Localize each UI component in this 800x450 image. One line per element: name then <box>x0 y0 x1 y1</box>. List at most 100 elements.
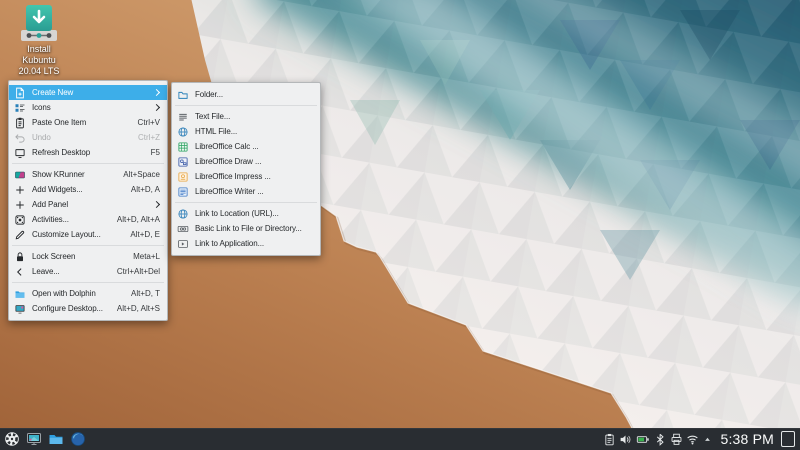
menu-separator <box>12 163 164 164</box>
menu-item-icons[interactable]: Icons <box>9 100 167 115</box>
menu-item-lock-screen[interactable]: Lock Screen Meta+L <box>9 249 167 264</box>
menu-item-customize-layout[interactable]: Customize Layout... Alt+D, E <box>9 227 167 242</box>
menu-item-shortcut: Alt+D, A <box>130 185 160 194</box>
configure-desktop-icon <box>14 303 26 315</box>
system-tray <box>603 433 713 446</box>
menu-item-label: LibreOffice Draw ... <box>195 157 262 166</box>
menu-item-label: Basic Link to File or Directory... <box>195 224 302 233</box>
desktop-icon-install-kubuntu[interactable]: Install Kubuntu 20.04 LTS <box>10 4 68 77</box>
application-launcher-icon[interactable] <box>4 431 20 447</box>
menu-item-label: Open with Dolphin <box>32 289 96 298</box>
menu-item-label: Text File... <box>195 112 231 121</box>
menu-item-label: LibreOffice Impress ... <box>195 172 271 181</box>
taskbar: 5:38 PM <box>0 428 800 450</box>
menu-item-shortcut: Ctrl+V <box>137 118 160 127</box>
clipboard-tray-icon[interactable] <box>603 433 616 446</box>
submenu-arrow-icon <box>152 200 161 209</box>
menu-item-label: Activities... <box>32 215 69 224</box>
clock[interactable]: 5:38 PM <box>720 431 774 447</box>
network-wifi-icon[interactable] <box>686 433 699 446</box>
submenu-item-text-file[interactable]: Text File... <box>172 109 320 124</box>
menu-item-label: Leave... <box>32 267 60 276</box>
battery-icon[interactable] <box>635 433 651 446</box>
taskbar-launchers <box>0 431 86 447</box>
menu-item-label: Add Widgets... <box>32 185 83 194</box>
menu-item-label: Undo <box>32 133 51 142</box>
submenu-item-link-to-application[interactable]: Link to Application... <box>172 236 320 251</box>
menu-item-label: Icons <box>32 103 51 112</box>
libreoffice-calc-icon <box>177 141 189 153</box>
menu-item-add-panel[interactable]: Add Panel <box>9 197 167 212</box>
submenu-item-libreoffice-writer[interactable]: LibreOffice Writer ... <box>172 184 320 199</box>
menu-item-shortcut: Ctrl+Z <box>138 133 160 142</box>
leave-icon <box>14 266 26 278</box>
create-new-submenu: Folder... Text File... HTML File... Libr… <box>171 82 321 256</box>
menu-item-refresh-desktop[interactable]: Refresh Desktop F5 <box>9 145 167 160</box>
submenu-item-basic-link[interactable]: Basic Link to File or Directory... <box>172 221 320 236</box>
submenu-item-libreoffice-impress[interactable]: LibreOffice Impress ... <box>172 169 320 184</box>
submenu-arrow-icon <box>152 103 161 112</box>
menu-item-shortcut: Ctrl+Alt+Del <box>116 267 160 276</box>
desktop-context-menu: Create New Icons Paste One Item Ctrl+V U… <box>8 80 168 321</box>
lock-icon <box>14 251 26 263</box>
plus-icon <box>14 184 26 196</box>
basic-link-icon <box>177 223 189 235</box>
menu-item-label: HTML File... <box>195 127 238 136</box>
bluetooth-icon[interactable] <box>654 433 667 446</box>
menu-item-undo: Undo Ctrl+Z <box>9 130 167 145</box>
menu-item-label: LibreOffice Calc ... <box>195 142 259 151</box>
menu-item-leave[interactable]: Leave... Ctrl+Alt+Del <box>9 264 167 279</box>
menu-item-paste-one-item[interactable]: Paste One Item Ctrl+V <box>9 115 167 130</box>
dolphin-file-manager-icon[interactable] <box>48 431 64 447</box>
menu-separator <box>12 282 164 283</box>
submenu-arrow-icon <box>152 88 161 97</box>
menu-item-label: Folder... <box>195 90 224 99</box>
menu-item-open-with-dolphin[interactable]: Open with Dolphin Alt+D, T <box>9 286 167 301</box>
document-new-icon <box>14 87 26 99</box>
firefox-browser-icon[interactable] <box>70 431 86 447</box>
undo-icon <box>14 132 26 144</box>
submenu-item-libreoffice-draw[interactable]: LibreOffice Draw ... <box>172 154 320 169</box>
submenu-item-html-file[interactable]: HTML File... <box>172 124 320 139</box>
libreoffice-draw-icon <box>177 156 189 168</box>
menu-separator <box>12 245 164 246</box>
desktop-icon-label-line2: 20.04 LTS <box>18 66 60 76</box>
show-desktop-widget[interactable] <box>781 431 795 447</box>
menu-item-label: Link to Application... <box>195 239 264 248</box>
menu-item-label: Create New <box>32 88 74 97</box>
submenu-item-libreoffice-calc[interactable]: LibreOffice Calc ... <box>172 139 320 154</box>
folder-icon <box>177 89 189 101</box>
menu-item-shortcut: Alt+Space <box>123 170 160 179</box>
desktop: Install Kubuntu 20.04 LTS Create New Ico… <box>0 0 800 450</box>
submenu-item-folder[interactable]: Folder... <box>172 87 320 102</box>
menu-item-configure-desktop[interactable]: Configure Desktop... Alt+D, Alt+S <box>9 301 167 316</box>
menu-item-activities[interactable]: Activities... Alt+D, Alt+A <box>9 212 167 227</box>
menu-item-shortcut: Alt+D, Alt+A <box>116 215 160 224</box>
printer-icon[interactable] <box>670 433 683 446</box>
menu-item-show-krunner[interactable]: Show KRunner Alt+Space <box>9 167 167 182</box>
menu-item-label: LibreOffice Writer ... <box>195 187 264 196</box>
menu-item-shortcut: Alt+D, Alt+S <box>116 304 160 313</box>
installer-icon <box>21 5 57 41</box>
menu-item-create-new[interactable]: Create New <box>9 85 167 100</box>
menu-separator <box>175 202 317 203</box>
menu-item-add-widgets[interactable]: Add Widgets... Alt+D, A <box>9 182 167 197</box>
menu-item-label: Show KRunner <box>32 170 85 179</box>
desktop-icon-label-line1: Install Kubuntu <box>22 44 56 65</box>
menu-item-label: Configure Desktop... <box>32 304 103 313</box>
menu-item-shortcut: Alt+D, T <box>131 289 160 298</box>
menu-item-label: Refresh Desktop <box>32 148 91 157</box>
text-file-icon <box>177 111 189 123</box>
plus-icon <box>14 199 26 211</box>
libreoffice-writer-icon <box>177 186 189 198</box>
system-settings-icon[interactable] <box>26 431 42 447</box>
menu-item-shortcut: Alt+D, E <box>130 230 160 239</box>
menu-item-label: Customize Layout... <box>32 230 101 239</box>
expand-tray-icon[interactable] <box>702 433 713 446</box>
submenu-item-link-to-location[interactable]: Link to Location (URL)... <box>172 206 320 221</box>
globe-icon <box>177 208 189 220</box>
menu-item-shortcut: Meta+L <box>133 252 160 261</box>
volume-icon[interactable] <box>619 433 632 446</box>
menu-separator <box>175 105 317 106</box>
edit-pencil-icon <box>14 229 26 241</box>
